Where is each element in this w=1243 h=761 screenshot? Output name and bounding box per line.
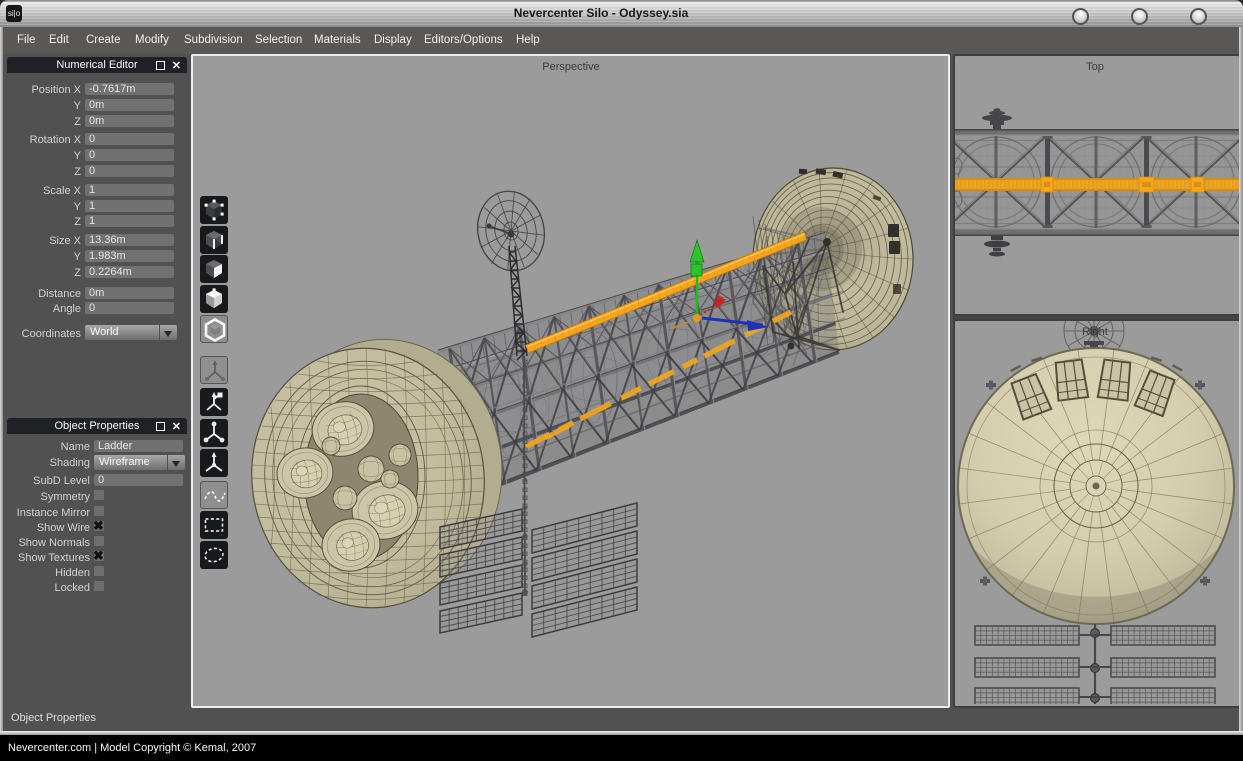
svg-text:Perspective: Perspective xyxy=(542,61,599,73)
svg-text:Right: Right xyxy=(1082,326,1108,338)
svg-text:Top: Top xyxy=(1086,61,1104,73)
